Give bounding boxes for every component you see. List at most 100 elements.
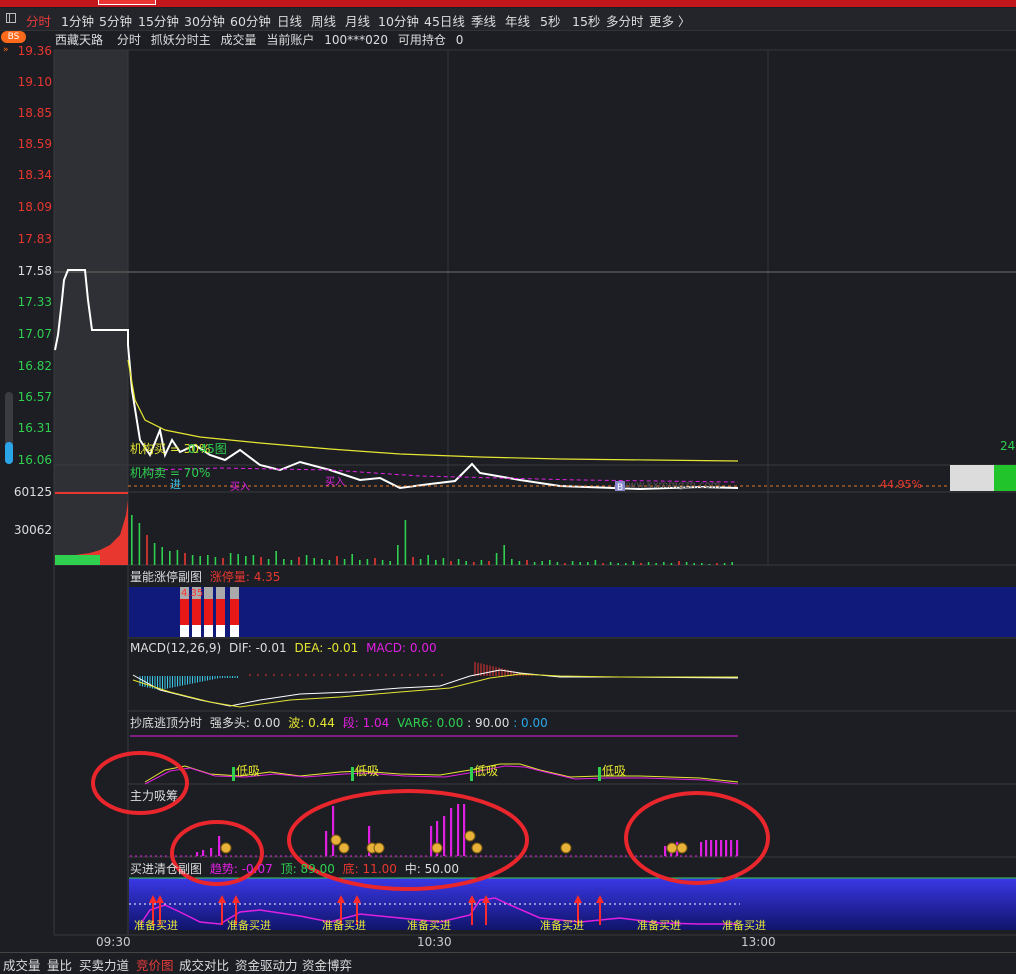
inst-buy-label: 机构买 = 30% — [130, 441, 210, 456]
price-tick: 18.09 — [17, 200, 52, 214]
volume-bar — [435, 560, 437, 565]
absorb-bar — [218, 836, 221, 856]
volume-bar — [663, 562, 665, 565]
limit-bar-base — [192, 625, 201, 637]
volume-bar — [321, 559, 323, 565]
volume-bar — [153, 543, 156, 565]
volume-bar — [199, 556, 201, 565]
volume-bar — [511, 559, 513, 565]
collapse-chevron-icon[interactable]: » — [3, 45, 9, 55]
volume-bar — [336, 556, 338, 565]
bt-strong-value: 0.00 — [253, 716, 281, 730]
period-tab[interactable]: 季线 — [471, 11, 496, 30]
volume-bar — [655, 563, 657, 565]
period-tab[interactable]: 15分钟 — [138, 11, 179, 30]
window-tab[interactable] — [98, 0, 156, 5]
period-tab[interactable]: 5分钟 — [99, 11, 132, 30]
volume-bar — [503, 545, 505, 565]
bt-vblue: : 0.00 — [513, 716, 548, 730]
header-item: 分时 — [116, 33, 141, 47]
period-tab[interactable]: 年线 — [505, 11, 530, 30]
volume-bar — [237, 554, 239, 565]
limit-bar — [204, 599, 213, 625]
bs-badge[interactable]: BS — [1, 31, 26, 43]
volume-bar — [579, 562, 581, 565]
limit-bar-cap — [192, 587, 201, 599]
low-suck-bar — [598, 767, 601, 781]
period-tab[interactable]: 60分钟 — [230, 11, 271, 30]
absorb-bar — [705, 840, 708, 856]
period-tab[interactable]: 1分钟 — [61, 11, 94, 30]
price-tick: 19.36 — [17, 44, 52, 58]
window-top-strip — [0, 0, 1016, 7]
limit-bar-base — [216, 625, 225, 637]
inst-sell-label: 机构卖 = 70% — [130, 465, 210, 480]
limit-bar-base — [204, 625, 213, 637]
gauge-bar-white — [950, 465, 994, 491]
count-label: 24 — [1000, 439, 1015, 453]
period-tab[interactable]: 分时 — [26, 11, 51, 30]
absorb-bar — [730, 840, 733, 856]
volume-bar — [374, 558, 376, 565]
volume-bar — [184, 553, 186, 565]
price-tick: 18.85 — [17, 106, 52, 120]
prepare-label: 准备买进 — [637, 918, 681, 932]
period-tab[interactable]: 5秒 — [540, 11, 560, 30]
volume-bar — [404, 520, 407, 565]
period-tab[interactable]: 10分钟 — [378, 11, 419, 30]
volume-bar — [169, 551, 171, 565]
limit-bars — [180, 587, 239, 637]
absorb-bar — [463, 804, 466, 856]
header-item: 抓妖分时主 — [150, 33, 211, 47]
volume-bar — [556, 562, 559, 565]
zoom-slider[interactable] — [5, 392, 13, 464]
layout-toggle-icon[interactable] — [6, 13, 16, 23]
period-tab[interactable]: 15秒 — [572, 11, 600, 30]
macd-dif-value: -0.01 — [255, 641, 287, 655]
price-axis: 19.36 19.10 18.85 18.59 18.34 18.09 17.8… — [0, 31, 54, 931]
limit-bar-cap — [180, 587, 189, 599]
buy-mark: 买入 — [325, 476, 345, 488]
position-value: 0 — [455, 33, 464, 47]
bottom-tab[interactable]: 成交量 — [3, 955, 41, 974]
bottom-tab[interactable]: 买卖力道 — [79, 955, 129, 974]
clear-bot-value: 11.00 — [362, 862, 397, 876]
limit-bar — [216, 599, 225, 625]
period-tab[interactable]: 多分时 — [606, 11, 644, 30]
volume-bar — [245, 556, 247, 565]
period-tab[interactable]: 周线 — [311, 11, 336, 30]
account-id: 100***020 — [324, 33, 389, 47]
bottom-tab[interactable]: 量比 — [47, 955, 72, 974]
price-tick: 17.83 — [17, 232, 52, 246]
volume-bar — [427, 555, 429, 565]
limit-bar-base — [230, 625, 239, 637]
low-suck-bar — [232, 767, 235, 781]
volume-bar — [685, 562, 688, 565]
bt-seg-line — [144, 765, 739, 785]
bottom-tab[interactable]: 资金驱动力 — [235, 955, 298, 974]
bottom-tab[interactable]: 资金博弈 — [302, 955, 352, 974]
period-tab[interactable]: 45日线 — [424, 11, 465, 30]
close-icon[interactable]: ✕ — [115, 52, 125, 66]
preopen-volume-green — [55, 555, 100, 565]
clear-bot-label: 底: — [342, 862, 359, 876]
volume-bar — [480, 560, 483, 565]
buy-arrow-head — [149, 895, 157, 903]
volume-bar — [176, 550, 179, 565]
volume-bar — [708, 564, 711, 565]
period-tab[interactable]: 更多 〉 — [649, 11, 690, 30]
volume-bar — [351, 554, 353, 565]
price-line — [54, 269, 739, 491]
time-tick: 13:00 — [741, 935, 776, 949]
bottom-tab[interactable]: 成交对比 — [179, 955, 229, 974]
clear-top-value: 89.00 — [300, 862, 335, 876]
bottom-tab[interactable]: 竞价图 — [136, 955, 174, 974]
period-tab[interactable]: 月线 — [345, 11, 370, 30]
period-tab[interactable]: 日线 — [277, 11, 302, 30]
gauge-bar-green — [994, 465, 1016, 491]
absorb-bar — [430, 826, 433, 856]
period-tab[interactable]: 30分钟 — [184, 11, 225, 30]
macd-bars — [139, 662, 533, 690]
zoom-slider-thumb[interactable] — [5, 442, 13, 464]
low-suck-bar — [470, 767, 473, 781]
